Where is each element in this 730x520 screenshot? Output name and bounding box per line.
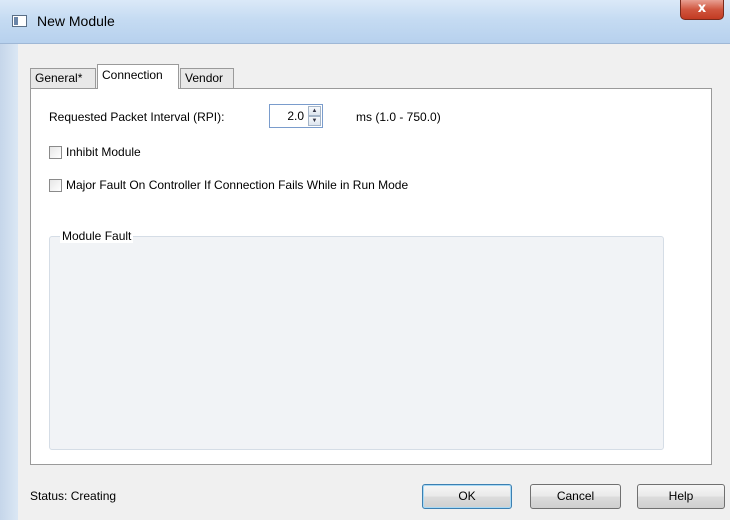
rpi-field[interactable]: ▲ ▼ xyxy=(269,104,323,128)
window-left-frame xyxy=(0,44,18,520)
major-fault-checkbox[interactable] xyxy=(49,178,62,192)
close-button[interactable]: x xyxy=(680,0,724,20)
inhibit-module-checkbox[interactable] xyxy=(49,145,62,159)
major-fault-row[interactable]: Major Fault On Controller If Connection … xyxy=(49,178,408,192)
tab-general[interactable]: General* xyxy=(30,68,96,88)
rpi-label: Requested Packet Interval (RPI): xyxy=(49,110,225,124)
status-text: Status: Creating xyxy=(30,489,117,503)
connection-tab-panel: Requested Packet Interval (RPI): ▲ ▼ ms … xyxy=(30,88,712,465)
cancel-button[interactable]: Cancel xyxy=(530,484,621,509)
module-fault-legend: Module Fault xyxy=(60,229,134,243)
rpi-units: ms (1.0 - 750.0) xyxy=(356,110,441,124)
title-bar[interactable]: New Module x xyxy=(0,0,730,44)
inhibit-module-row[interactable]: Inhibit Module xyxy=(49,145,141,159)
spin-down-icon[interactable]: ▼ xyxy=(308,116,321,126)
tab-connection[interactable]: Connection xyxy=(97,64,179,89)
inhibit-module-label: Inhibit Module xyxy=(66,145,141,159)
window-title: New Module xyxy=(37,13,115,29)
spin-up-icon[interactable]: ▲ xyxy=(308,106,321,116)
rpi-spinner[interactable]: ▲ ▼ xyxy=(308,106,321,126)
tab-vendor[interactable]: Vendor xyxy=(180,68,234,88)
help-button[interactable]: Help xyxy=(637,484,725,509)
rpi-input[interactable] xyxy=(272,108,304,124)
module-window-icon xyxy=(12,15,27,27)
major-fault-label: Major Fault On Controller If Connection … xyxy=(66,178,409,192)
ok-button[interactable]: OK xyxy=(422,484,512,509)
module-fault-group xyxy=(49,236,664,450)
